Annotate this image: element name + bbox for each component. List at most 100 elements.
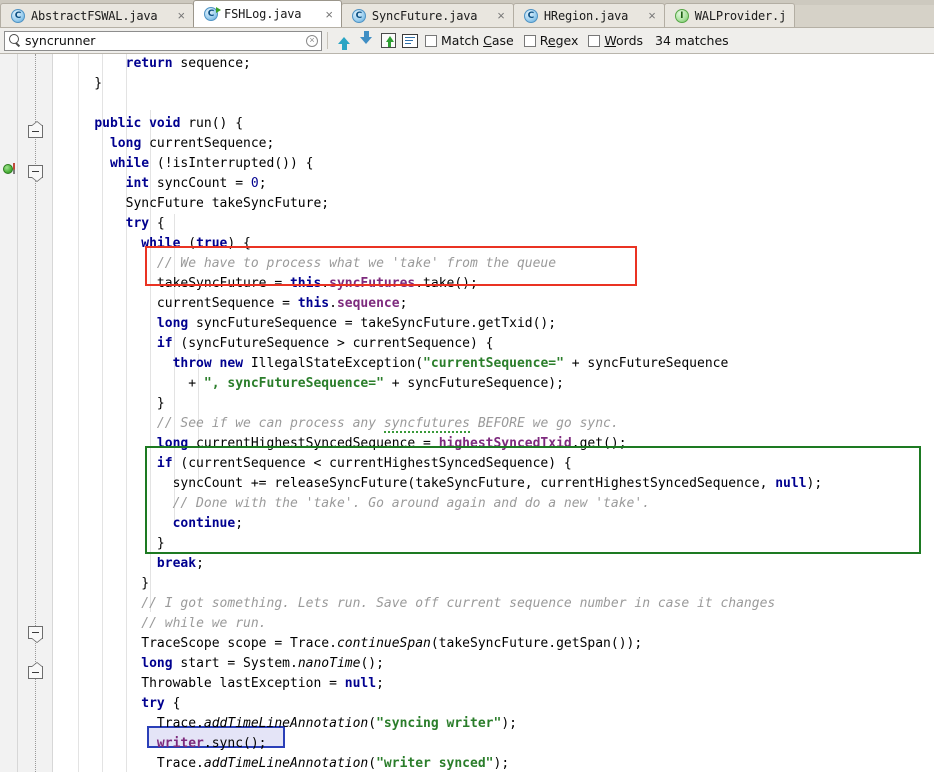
code-token: highestSyncedTxid	[438, 436, 572, 451]
export-results-button[interactable]	[377, 31, 399, 51]
code-token: 0	[250, 176, 259, 191]
run-marker-icon	[216, 7, 222, 13]
java-interface-icon: I	[674, 8, 689, 23]
tab-label: AbstractFSWAL.java	[31, 8, 158, 23]
code-line: // Done with the 'take'. Go around again…	[63, 494, 934, 514]
code-line: break;	[63, 554, 934, 574]
code-text[interactable]: return sequence; } public void run() { l…	[63, 54, 934, 772]
code-token: ;	[196, 556, 204, 571]
code-token: TraceScope scope = Trace.	[63, 636, 337, 651]
list-icon	[402, 33, 418, 48]
code-line: Trace.addTimeLineAnnotation("syncing wri…	[63, 714, 934, 734]
code-token: null	[775, 476, 807, 491]
editor-tab-4[interactable]: I WALProvider.j	[663, 3, 796, 27]
fold-marker-1[interactable]	[28, 125, 43, 138]
code-line: }	[63, 534, 934, 554]
clear-search-icon[interactable]: ×	[306, 34, 318, 47]
code-token: "writer synced"	[376, 756, 494, 771]
tab-close-icon[interactable]: ×	[497, 8, 505, 23]
editor-tab-0[interactable]: C AbstractFSWAL.java ×	[0, 3, 195, 27]
code-line: while (!isInterrupted()) {	[63, 154, 934, 174]
java-class-icon: C	[204, 7, 222, 21]
code-token: (	[180, 236, 197, 251]
code-token: ", syncFutureSequence="	[203, 376, 384, 391]
tab-label: HRegion.java	[543, 8, 629, 23]
code-token: break	[156, 556, 197, 571]
code-token: syncFutureSequence = takeSyncFuture.getT…	[188, 316, 557, 331]
code-token: {	[149, 216, 165, 231]
code-token: start = System.	[172, 656, 298, 671]
match-case-box[interactable]	[425, 34, 437, 47]
toolbar-divider-1	[327, 32, 328, 49]
code-line: int syncCount = 0;	[63, 174, 934, 194]
words-checkbox[interactable]: Words	[588, 33, 643, 48]
fold-marker-3[interactable]	[28, 626, 43, 639]
spellcheck-underline: syncfutures	[383, 416, 470, 433]
code-canvas[interactable]: return sequence; } public void run() { l…	[53, 54, 934, 772]
code-token: Trace.	[63, 716, 204, 731]
annotation-gutter[interactable]	[0, 54, 18, 772]
code-token: }	[63, 76, 103, 91]
code-token: this	[297, 296, 330, 311]
code-line: }	[63, 394, 934, 414]
code-token: ) {	[227, 236, 251, 251]
code-token: }	[63, 576, 150, 591]
code-line: // while we run.	[63, 614, 934, 634]
editor-tab-3[interactable]: C HRegion.java ×	[512, 3, 665, 27]
find-previous-button[interactable]	[333, 31, 355, 51]
find-next-button[interactable]	[355, 31, 377, 51]
code-token: currentSequence;	[141, 136, 275, 151]
match-case-checkbox[interactable]: Match Case	[425, 33, 514, 48]
results-list-button[interactable]	[399, 31, 421, 51]
code-token: }	[63, 396, 165, 411]
code-token: nanoTime	[297, 656, 361, 671]
breakpoint-run-marker-icon[interactable]	[3, 163, 15, 174]
export-icon	[380, 33, 396, 48]
tab-close-icon[interactable]: ×	[648, 8, 656, 23]
code-token: );	[493, 756, 510, 771]
tab-close-icon[interactable]: ×	[325, 7, 333, 22]
code-line: currentSequence = this.sequence;	[63, 294, 934, 314]
regex-checkbox[interactable]: Regex	[523, 33, 578, 48]
code-token: null	[344, 676, 377, 691]
code-line: public void run() {	[63, 114, 934, 134]
code-line: return sequence;	[63, 54, 934, 74]
code-token: SyncFuture takeSyncFuture;	[63, 196, 330, 211]
code-folding-gutter[interactable]	[18, 54, 53, 772]
search-input[interactable]	[25, 33, 306, 48]
code-token: // See if we can process any syncfutures…	[156, 416, 619, 433]
code-token: Throwable lastException =	[63, 676, 345, 691]
arrow-down-icon	[360, 31, 372, 44]
code-token: public void	[94, 116, 181, 131]
code-editor[interactable]: return sequence; } public void run() { l…	[0, 54, 934, 772]
fold-marker-2[interactable]	[28, 165, 43, 178]
code-token: sequence;	[172, 56, 251, 71]
code-line: Throwable lastException = null;	[63, 674, 934, 694]
tab-label: SyncFuture.java	[371, 8, 478, 23]
search-field-wrapper[interactable]: ×	[4, 30, 322, 51]
code-token: + syncFutureSequence	[563, 356, 729, 371]
editor-tab-2[interactable]: C SyncFuture.java ×	[340, 3, 514, 27]
code-line: throw new IllegalStateException("current…	[63, 354, 934, 374]
editor-tab-1[interactable]: C FSHLog.java ×	[193, 0, 342, 27]
fold-marker-4[interactable]	[28, 666, 43, 679]
tab-close-icon[interactable]: ×	[177, 8, 185, 23]
code-token: continue	[172, 516, 236, 531]
words-box[interactable]	[588, 34, 601, 47]
code-line: syncCount += releaseSyncFuture(takeSyncF…	[63, 474, 934, 494]
code-token: sequence	[336, 296, 400, 311]
regex-box[interactable]	[523, 34, 536, 47]
